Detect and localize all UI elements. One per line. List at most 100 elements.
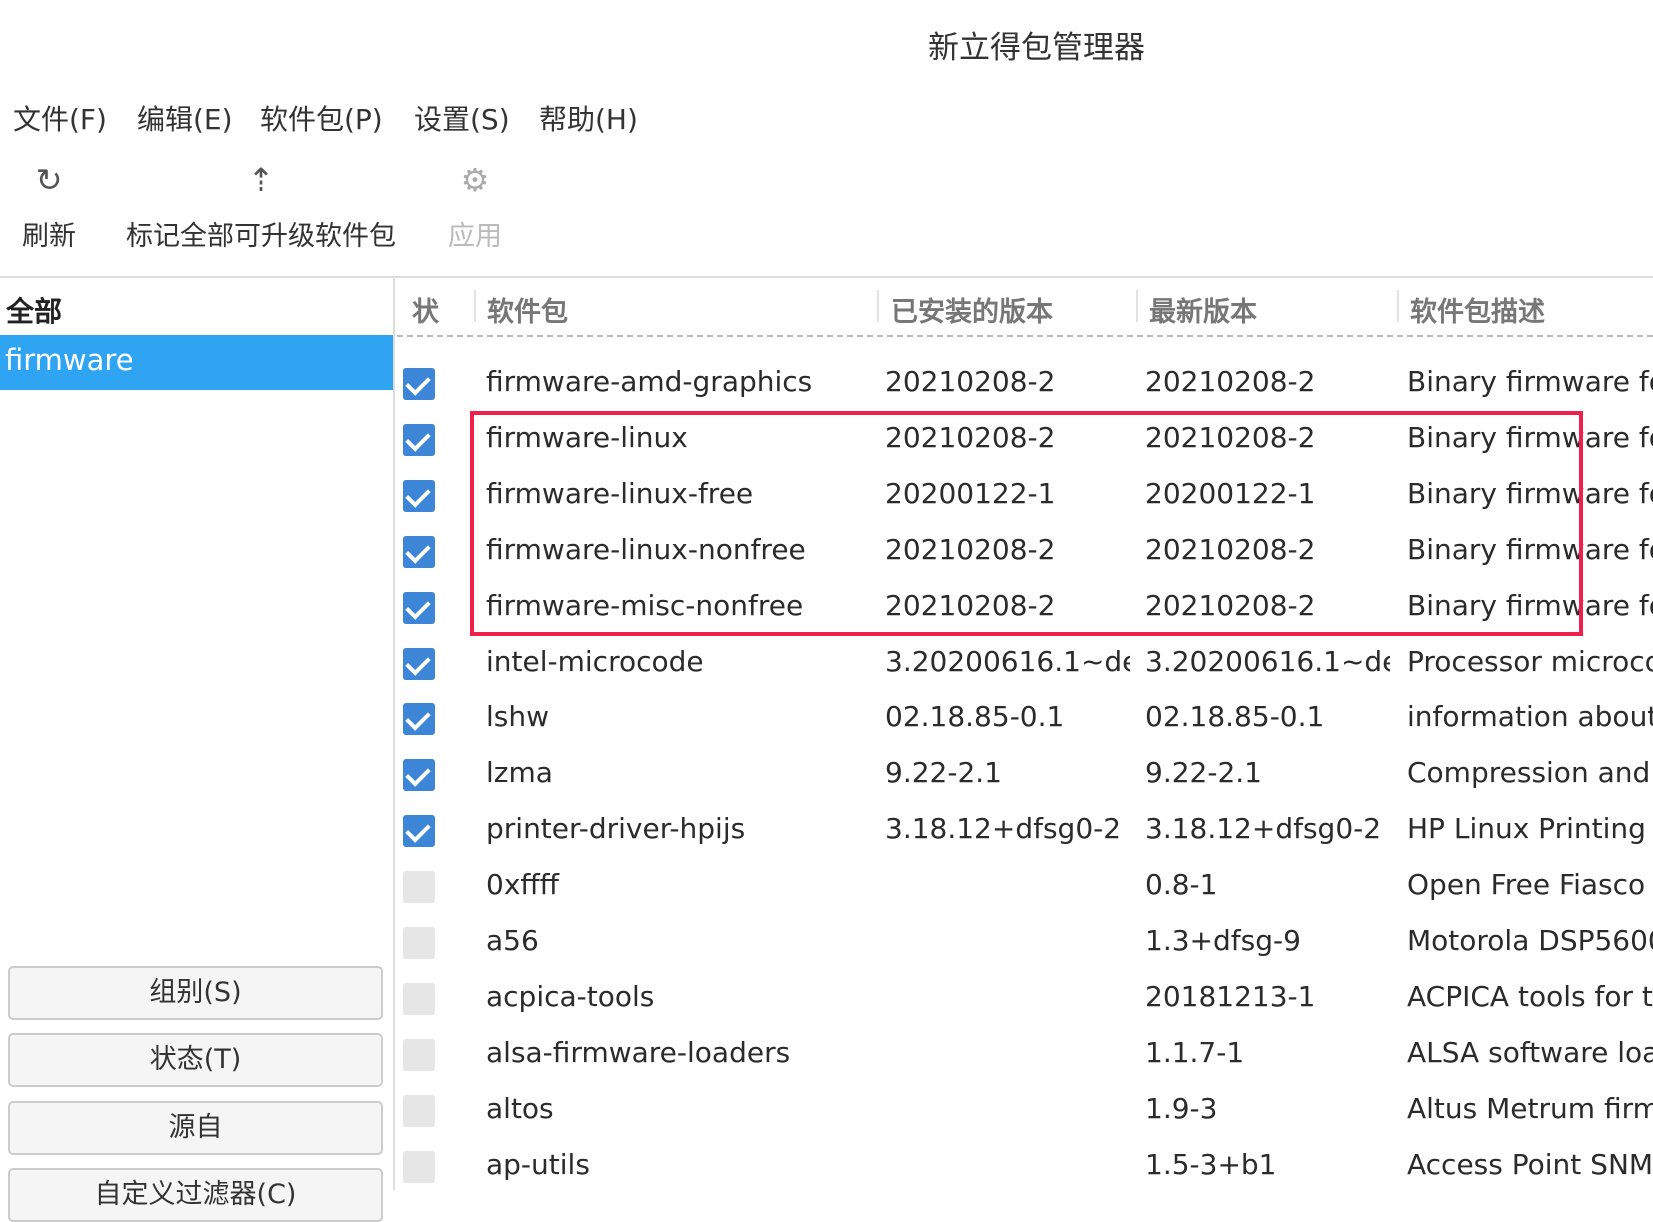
package-name: intel-microcode — [486, 644, 704, 678]
package-name: printer-driver-hpijs — [486, 812, 746, 846]
package-checkbox[interactable] — [403, 871, 435, 904]
col-status[interactable]: 状 — [412, 290, 439, 329]
status-button[interactable]: 状态(T) — [8, 1033, 383, 1087]
installed-version: 20210208-2 — [885, 588, 1056, 622]
installed-version: 02.18.85-0.1 — [885, 700, 1065, 734]
package-name: alsa-firmware-loaders — [486, 1035, 791, 1069]
refresh-button[interactable]: ↻ 刷新 — [14, 160, 84, 253]
table-row[interactable]: firmware-linux-free 20200122-1 20200122-… — [397, 468, 1653, 524]
package-checkbox[interactable] — [403, 591, 435, 624]
package-name: ap-utils — [486, 1147, 590, 1181]
table-row[interactable]: lshw 02.18.85-0.1 02.18.85-0.1 informati… — [397, 691, 1653, 747]
installed-version: 3.20200616.1~deb: — [885, 644, 1130, 678]
package-description: Processor microcod — [1407, 644, 1653, 678]
package-name: firmware-linux-free — [486, 476, 754, 510]
column-divider[interactable] — [1136, 290, 1138, 322]
package-checkbox[interactable] — [403, 927, 435, 959]
table-row[interactable]: firmware-misc-nonfree 20210208-2 2021020… — [397, 580, 1653, 636]
col-package[interactable]: 软件包 — [487, 290, 568, 329]
column-divider[interactable] — [474, 290, 476, 322]
package-description: Compression and c — [1407, 756, 1653, 790]
package-checkbox[interactable] — [403, 1094, 435, 1127]
latest-version: 1.9-3 — [1145, 1091, 1218, 1125]
package-name: firmware-amd-graphics — [486, 365, 813, 398]
package-checkbox[interactable] — [403, 368, 435, 400]
latest-version: 1.3+dfsg-9 — [1145, 924, 1301, 957]
package-description: Binary firmware for — [1407, 588, 1653, 622]
package-checkbox[interactable] — [403, 703, 435, 736]
sidebar-title: 全部 — [6, 295, 63, 328]
package-description: Binary firmware for — [1407, 365, 1653, 398]
package-description: Binary firmware for — [1407, 532, 1653, 566]
package-description: Binary firmware for — [1407, 420, 1653, 454]
package-checkbox[interactable] — [403, 423, 435, 456]
table-row[interactable]: alsa-firmware-loaders 1.1.7-1 ALSA softw… — [397, 1027, 1653, 1083]
latest-version: 3.20200616.1~deb: — [1145, 644, 1390, 678]
column-divider[interactable] — [1397, 290, 1399, 322]
table-row[interactable]: ap-utils 1.5-3+b1 Access Point SNMP — [397, 1139, 1653, 1190]
table-row[interactable]: firmware-linux-nonfree 20210208-2 202102… — [397, 524, 1653, 580]
installed-version: 20210208-2 — [885, 420, 1056, 454]
latest-version: 3.18.12+dfsg0-2 — [1145, 812, 1382, 846]
package-checkbox[interactable] — [403, 982, 435, 1015]
apply-button[interactable]: ⚙ 应用 — [440, 160, 510, 253]
installed-version: 3.18.12+dfsg0-2 — [885, 812, 1122, 846]
latest-version: 0.8-1 — [1145, 868, 1218, 902]
custom-filters-button[interactable]: 自定义过滤器(C) — [8, 1168, 383, 1222]
package-name: 0xffff — [486, 868, 559, 902]
table-row[interactable]: firmware-amd-graphics 20210208-2 2021020… — [397, 356, 1653, 412]
window-title: 新立得包管理器 — [928, 30, 1145, 66]
package-checkbox[interactable] — [403, 479, 435, 512]
mark-all-label: 标记全部可升级软件包 — [126, 221, 396, 252]
installed-version: 20210208-2 — [885, 365, 1056, 398]
package-checkbox[interactable] — [403, 815, 435, 848]
table-header: 状 软件包 已安装的版本 最新版本 软件包描述 — [397, 278, 1653, 337]
package-description: ALSA software load — [1407, 1035, 1653, 1069]
menu-file[interactable]: 文件(F) — [13, 98, 107, 138]
sections-button[interactable]: 组别(S) — [8, 966, 383, 1020]
latest-version: 20210208-2 — [1145, 532, 1316, 566]
table-row[interactable]: printer-driver-hpijs 3.18.12+dfsg0-2 3.1… — [397, 803, 1653, 859]
sidebar-item-firmware[interactable]: firmware — [0, 335, 393, 390]
latest-version: 20210208-2 — [1145, 588, 1316, 622]
package-checkbox[interactable] — [403, 759, 435, 792]
latest-version: 1.5-3+b1 — [1145, 1147, 1277, 1181]
table-row[interactable]: a56 1.3+dfsg-9 Motorola DSP56001 — [397, 915, 1653, 971]
table-row[interactable]: lzma 9.22-2.1 9.22-2.1 Compression and c — [397, 747, 1653, 803]
col-description[interactable]: 软件包描述 — [1410, 290, 1545, 329]
latest-version: 20181213-1 — [1145, 979, 1316, 1013]
origin-button[interactable]: 源自 — [8, 1101, 383, 1155]
package-description: Altus Metrum firmw — [1407, 1091, 1653, 1125]
package-checkbox[interactable] — [403, 535, 435, 568]
package-name: acpica-tools — [486, 979, 655, 1013]
menu-help[interactable]: 帮助(H) — [539, 98, 638, 138]
latest-version: 9.22-2.1 — [1145, 756, 1262, 790]
refresh-label: 刷新 — [22, 221, 76, 252]
installed-version: 20210208-2 — [885, 532, 1056, 566]
package-list: firmware-amd-graphics 20210208-2 2021020… — [397, 338, 1653, 1190]
table-row[interactable]: 0xffff 0.8-1 Open Free Fiasco F — [397, 859, 1653, 915]
menu-package[interactable]: 软件包(P) — [260, 98, 383, 138]
package-description: Motorola DSP56001 — [1407, 924, 1653, 957]
col-installed-version[interactable]: 已安装的版本 — [891, 290, 1053, 329]
package-description: Binary firmware for — [1407, 476, 1653, 510]
col-latest-version[interactable]: 最新版本 — [1149, 290, 1257, 329]
menu-settings[interactable]: 设置(S) — [414, 98, 510, 138]
package-checkbox[interactable] — [403, 647, 435, 680]
latest-version: 20210208-2 — [1145, 420, 1316, 454]
package-name: lshw — [486, 700, 550, 734]
package-checkbox[interactable] — [403, 1150, 435, 1183]
table-row[interactable]: altos 1.9-3 Altus Metrum firmw — [397, 1083, 1653, 1139]
table-row[interactable]: intel-microcode 3.20200616.1~deb: 3.2020… — [397, 636, 1653, 692]
mark-all-upgrades-button[interactable]: ⇡ 标记全部可升级软件包 — [116, 160, 406, 253]
package-checkbox[interactable] — [403, 1038, 435, 1071]
latest-version: 20200122-1 — [1145, 476, 1316, 510]
column-divider[interactable] — [877, 290, 879, 322]
installed-version: 9.22-2.1 — [885, 756, 1002, 790]
table-row[interactable]: firmware-linux 20210208-2 20210208-2 Bin… — [397, 412, 1653, 468]
package-name: firmware-linux-nonfree — [486, 532, 806, 566]
menu-edit[interactable]: 编辑(E) — [137, 98, 233, 138]
gears-icon: ⚙ — [460, 161, 490, 199]
installed-version: 20200122-1 — [885, 476, 1056, 510]
table-row[interactable]: acpica-tools 20181213-1 ACPICA tools for… — [397, 971, 1653, 1027]
